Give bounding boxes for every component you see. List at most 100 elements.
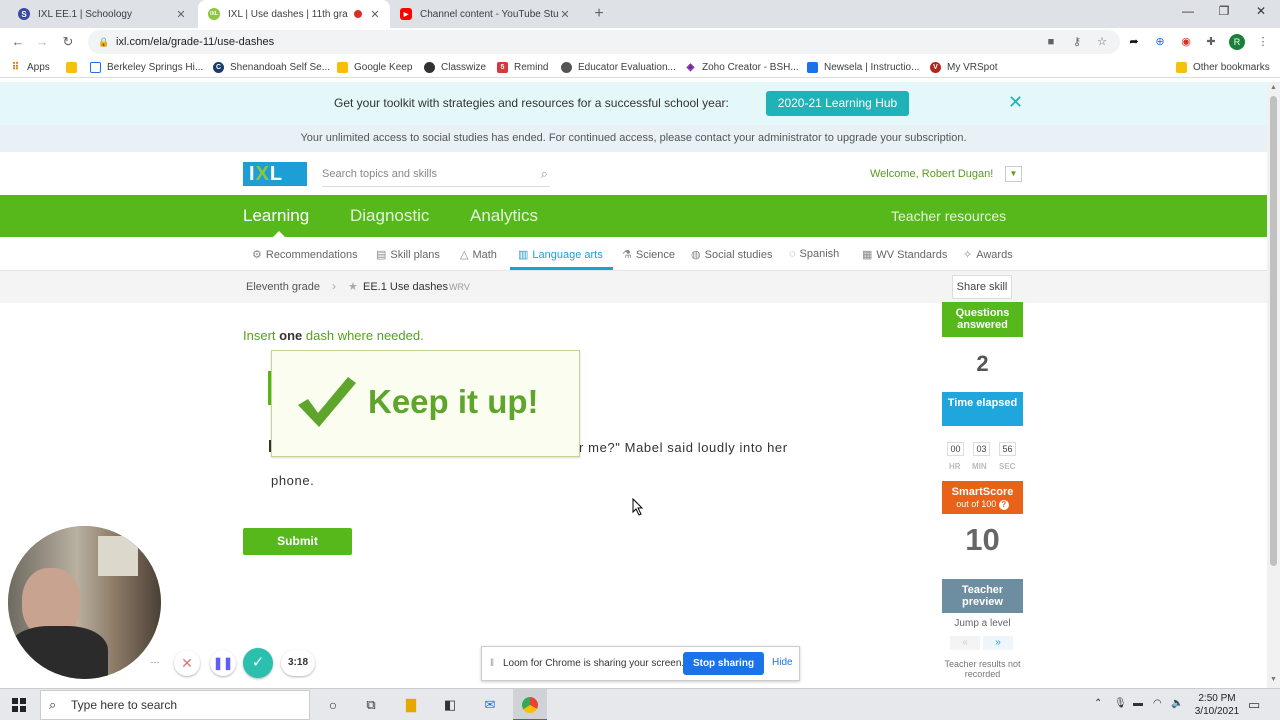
chrome-taskbar-icon[interactable] — [513, 689, 547, 720]
subnav-awards[interactable]: ✧ Awards — [963, 248, 1013, 262]
bookmark-remind[interactable]: 5 Remind — [497, 60, 548, 74]
welcome-text[interactable]: Welcome, Robert Dugan! — [870, 168, 993, 180]
shenandoah-icon: C — [213, 61, 224, 73]
close-tab-icon[interactable]: ✕ — [368, 8, 382, 21]
subnav-skill-plans[interactable]: ▤ Skill plans — [376, 248, 440, 262]
question-sentence-line2[interactable]: phone. — [271, 473, 314, 488]
scroll-down-icon[interactable]: ▼ — [1267, 676, 1280, 683]
bookmark-apps[interactable]: ⠿ Apps — [10, 60, 50, 74]
share-arrow-icon[interactable]: ➦ — [1127, 35, 1141, 49]
questions-answered-count: 2 — [976, 351, 989, 376]
microphone-icon[interactable]: 🎙 — [1114, 698, 1127, 709]
drag-handle-icon[interactable]: ‖ — [490, 658, 494, 669]
volume-icon[interactable]: 🔈 — [1171, 698, 1183, 709]
wifi-icon[interactable]: ◠ — [1153, 698, 1162, 709]
taskbar-clock[interactable]: 2:50 PM 3/10/2021 — [1193, 692, 1241, 718]
windows-taskbar: ⌕ Type here to search ○ ⧉ ▇ ◧ ✉ ⌃ 🎙 ▬ ◠ … — [0, 688, 1280, 720]
breadcrumb-grade[interactable]: Eleventh grade — [246, 281, 320, 293]
submit-button[interactable]: Submit — [243, 528, 352, 555]
vrspot-icon: V — [930, 61, 941, 73]
hide-button[interactable]: Hide — [772, 657, 793, 668]
close-window-icon[interactable]: ✕ — [1250, 4, 1272, 22]
maximize-icon[interactable]: ❐ — [1213, 4, 1235, 22]
camera-icon[interactable]: ■ — [1044, 35, 1058, 49]
loom-extension-icon[interactable]: ◉ — [1179, 35, 1193, 49]
mail-icon[interactable]: ✉ — [481, 696, 499, 714]
page-scrollbar[interactable]: ▲ ▼ — [1267, 82, 1280, 688]
nav-teacher-resources[interactable]: Teacher resources — [891, 208, 1006, 224]
jump-forward-button[interactable]: » — [983, 636, 1013, 650]
subnav-spanish[interactable]: ◌ Spanish — [789, 248, 839, 260]
subnav-math[interactable]: △ Math — [460, 248, 497, 262]
subnav-social-studies[interactable]: ◍ Social studies — [691, 248, 772, 262]
screen-share-bar: ‖ Loom for Chrome is sharing your screen… — [481, 646, 800, 681]
tab-ixl[interactable]: IXL IXL | Use dashes | 11th grade ✕ — [198, 0, 390, 28]
notifications-icon[interactable]: ▭ — [1248, 697, 1260, 713]
bookmark-star-icon[interactable]: ☆ — [1095, 35, 1109, 49]
nav-diagnostic[interactable]: Diagnostic — [350, 206, 429, 226]
scroll-up-icon[interactable]: ▲ — [1267, 84, 1280, 91]
close-banner-icon[interactable]: ✕ — [1008, 92, 1023, 112]
bookmark-folder[interactable] — [66, 60, 83, 74]
close-tab-icon[interactable]: ✕ — [558, 8, 572, 21]
stop-sharing-button[interactable]: Stop sharing — [683, 652, 764, 675]
tray-chevron-icon[interactable]: ⌃ — [1094, 698, 1102, 709]
ixl-logo[interactable]: IXL — [243, 162, 307, 186]
more-icon[interactable]: ··· — [148, 656, 162, 670]
share-skill-button[interactable]: Share skill — [952, 275, 1012, 299]
menu-kebab-icon[interactable]: ⋮ — [1256, 35, 1270, 49]
extension-icon[interactable]: ⊕ — [1153, 35, 1167, 49]
subnav-science[interactable]: ⚗ Science — [622, 248, 675, 262]
jump-back-button[interactable]: « — [950, 636, 980, 650]
tab-youtube-studio[interactable]: ▶ Channel content - YouTube Studio ✕ — [390, 0, 580, 28]
url-field[interactable]: 🔒 ixl.com/ela/grade-11/use-dashes — [88, 30, 1120, 54]
search-icon[interactable]: ⌕ — [541, 165, 548, 183]
cancel-recording-icon[interactable]: ✕ — [174, 650, 200, 676]
chevron-down-icon[interactable]: ▼ — [1005, 166, 1022, 182]
file-explorer-icon[interactable]: ▇ — [402, 696, 420, 714]
nav-analytics[interactable]: Analytics — [470, 206, 538, 226]
bookmark-newsela[interactable]: Newsela | Instructio... — [807, 60, 919, 74]
skill-code: WRV — [449, 282, 470, 292]
webcam-bubble[interactable] — [8, 526, 161, 679]
finish-recording-icon[interactable]: ✓ — [243, 648, 273, 678]
bookmark-educator-eval[interactable]: Educator Evaluation... — [561, 60, 676, 74]
back-icon[interactable]: ← — [10, 34, 26, 50]
forward-icon[interactable]: → — [34, 34, 50, 50]
key-icon[interactable]: ⚷ — [1070, 35, 1084, 49]
learning-hub-button[interactable]: 2020-21 Learning Hub — [766, 91, 909, 116]
windows-start-icon[interactable] — [0, 689, 38, 720]
tray-app-icon[interactable]: ▬ — [1133, 698, 1143, 709]
bookmark-google-keep[interactable]: Google Keep — [337, 60, 412, 74]
task-view-icon[interactable]: ⧉ — [362, 696, 380, 714]
store-icon[interactable]: ◧ — [441, 696, 459, 714]
profile-avatar[interactable]: R — [1229, 34, 1245, 50]
help-icon[interactable]: ? — [998, 500, 1009, 510]
star-icon[interactable]: ★ — [348, 280, 358, 293]
bookmark-berkeley[interactable]: Berkeley Springs Hi... — [90, 60, 203, 74]
cortana-icon[interactable]: ○ — [324, 696, 342, 714]
bookmark-classwize[interactable]: Classwize — [424, 60, 486, 74]
reload-icon[interactable]: ↻ — [60, 34, 76, 50]
skill-search-input[interactable]: Search topics and skills ⌕ — [322, 165, 550, 187]
subnav-recommendations[interactable]: ⚙ Recommendations — [252, 248, 358, 262]
nav-learning[interactable]: Learning — [243, 206, 309, 226]
clock-time: 2:50 PM — [1198, 693, 1236, 704]
url-text: ixl.com/ela/grade-11/use-dashes — [116, 36, 275, 48]
bookmark-zoho[interactable]: ◈ Zoho Creator - BSH... — [685, 60, 799, 74]
bookmark-vrspot[interactable]: V My VRSpot — [930, 60, 998, 74]
minimize-icon[interactable]: — — [1177, 4, 1199, 22]
bookmark-other[interactable]: Other bookmarks — [1176, 60, 1270, 74]
subnav-wv-standards[interactable]: ▦ WV Standards — [862, 248, 947, 262]
new-tab-icon[interactable]: + — [590, 5, 608, 23]
pause-recording-icon[interactable]: ❚❚ — [210, 650, 236, 676]
tab-schoology[interactable]: S IXL EE.1 | Schoology ✕ — [8, 0, 196, 28]
taskbar-search-input[interactable]: ⌕ Type here to search — [40, 690, 310, 720]
bookmark-shenandoah[interactable]: C Shenandoah Self Se... — [213, 60, 330, 74]
close-tab-icon[interactable]: ✕ — [174, 8, 188, 21]
question-sentence-line1[interactable]: r me?" Mabel said loudly into her — [579, 440, 788, 455]
subnav-language-arts[interactable]: ▥ Language arts — [518, 248, 603, 262]
scrollbar-thumb[interactable] — [1270, 96, 1277, 566]
folder-icon — [1176, 61, 1187, 73]
puzzle-icon[interactable]: ✚ — [1204, 35, 1218, 49]
